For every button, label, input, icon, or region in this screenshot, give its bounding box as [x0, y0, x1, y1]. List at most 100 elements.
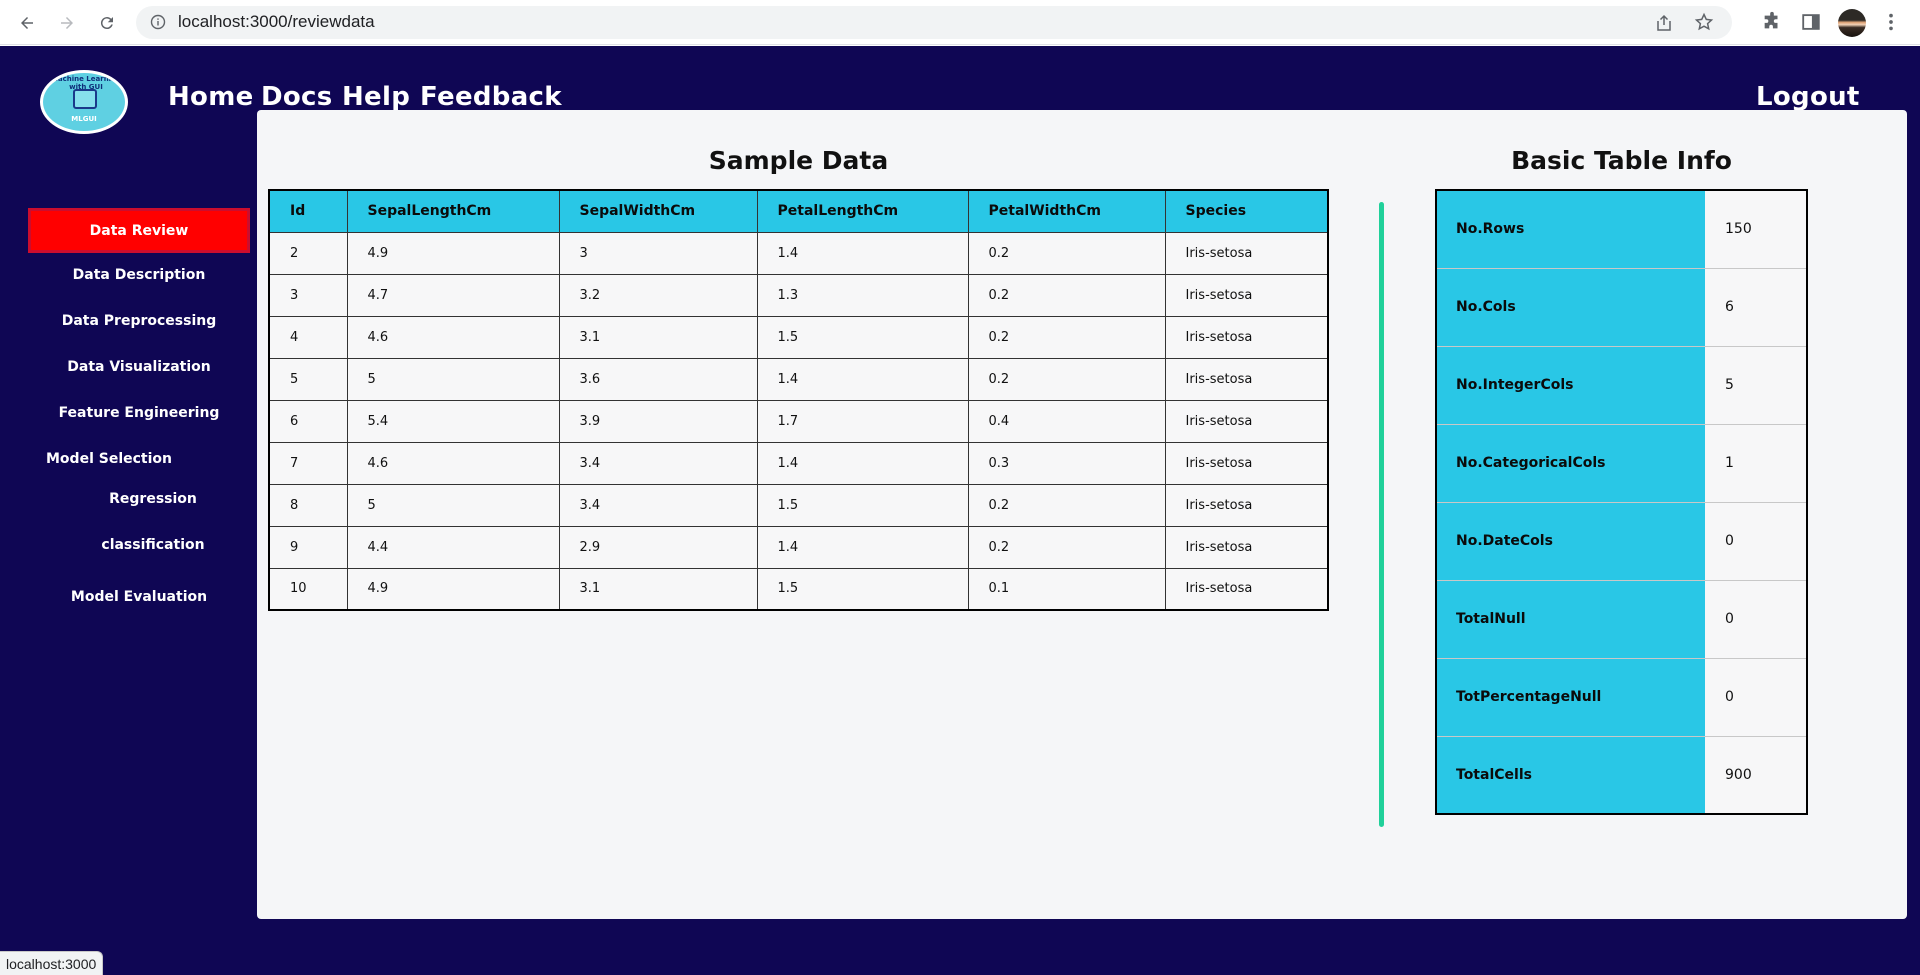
table-header-row: Id SepalLengthCm SepalWidthCm PetalLengt…: [268, 189, 1329, 233]
logo-monitor-icon: [73, 89, 97, 109]
info-label: TotalCells: [1436, 736, 1705, 815]
info-label: No.Cols: [1436, 268, 1705, 347]
table-cell: 3.1: [558, 567, 758, 611]
logo-abbreviation: MLGUI: [71, 115, 97, 123]
nav-home[interactable]: Home: [168, 82, 254, 112]
table-cell: 4: [268, 315, 348, 359]
table-cell: 0.4: [967, 399, 1166, 443]
profile-avatar[interactable]: [1838, 9, 1866, 37]
info-label: No.CategoricalCols: [1436, 424, 1705, 503]
info-row: No.Rows 150: [1436, 190, 1807, 269]
table-cell: 0.2: [967, 231, 1166, 275]
info-label: No.DateCols: [1436, 502, 1705, 581]
table-cell: Iris-setosa: [1164, 273, 1329, 317]
table-cell: Iris-setosa: [1164, 567, 1329, 611]
nav-feedback[interactable]: Feedback: [420, 82, 562, 112]
table-cell: 1.3: [756, 273, 969, 317]
table-cell: 4.9: [346, 567, 560, 611]
sidebar-item-data-preprocessing[interactable]: Data Preprocessing: [28, 313, 250, 329]
nav-docs[interactable]: Docs: [261, 82, 333, 112]
table-row: 2 4.9 3 1.4 0.2 Iris-setosa: [268, 231, 1329, 275]
column-header-petal-width[interactable]: PetalWidthCm: [967, 189, 1166, 233]
info-value: 1: [1705, 424, 1807, 503]
table-cell: 1.5: [756, 483, 969, 527]
info-row: No.IntegerCols 5: [1436, 346, 1807, 425]
column-header-sepal-width[interactable]: SepalWidthCm: [558, 189, 758, 233]
table-row: 5 5 3.6 1.4 0.2 Iris-setosa: [268, 357, 1329, 401]
address-bar[interactable]: localhost:3000/reviewdata: [136, 6, 1732, 39]
side-panel-icon[interactable]: [1800, 11, 1822, 33]
column-header-id[interactable]: Id: [268, 189, 348, 233]
sidebar-item-data-visualization[interactable]: Data Visualization: [28, 359, 250, 375]
sidebar: Data Review Data Description Data Prepro…: [0, 154, 257, 975]
info-row: TotalNull 0: [1436, 580, 1807, 659]
table-cell: 3.4: [558, 441, 758, 485]
info-table-body: No.Rows 150 No.Cols 6 No.IntegerCols 5 No.Cate…: [1436, 190, 1807, 815]
table-cell: 5.4: [346, 399, 560, 443]
logout-button[interactable]: Logout: [1756, 82, 1860, 112]
column-header-species[interactable]: Species: [1164, 189, 1329, 233]
column-header-sepal-length[interactable]: SepalLengthCm: [346, 189, 560, 233]
info-label: No.Rows: [1436, 190, 1705, 269]
info-value: 0: [1705, 580, 1807, 659]
table-cell: 3.6: [558, 357, 758, 401]
forward-arrow-icon[interactable]: [52, 8, 82, 38]
model-selection-heading[interactable]: Model Selection: [46, 451, 172, 467]
table-cell: 4.6: [346, 315, 560, 359]
reload-icon[interactable]: [92, 8, 122, 38]
table-cell: Iris-setosa: [1164, 441, 1329, 485]
table-cell: Iris-setosa: [1164, 525, 1329, 569]
table-row: 9 4.4 2.9 1.4 0.2 Iris-setosa: [268, 525, 1329, 569]
table-cell: Iris-setosa: [1164, 231, 1329, 275]
table-cell: 4.4: [346, 525, 560, 569]
table-cell: 3.9: [558, 399, 758, 443]
nav-help[interactable]: Help: [342, 82, 410, 112]
table-cell: 5: [346, 483, 560, 527]
sidebar-item-classification[interactable]: classification: [42, 537, 264, 553]
sample-table-body: 2 4.9 3 1.4 0.2 Iris-setosa 3 4.7 3.2 1.3 0.2 Iris-…: [268, 231, 1329, 611]
table-row: 10 4.9 3.1 1.5 0.1 Iris-setosa: [268, 567, 1329, 611]
table-cell: 4.6: [346, 441, 560, 485]
table-row: 7 4.6 3.4 1.4 0.3 Iris-setosa: [268, 441, 1329, 485]
info-label: TotPercentageNull: [1436, 658, 1705, 737]
status-bar-url: localhost:3000: [0, 951, 104, 975]
info-row: TotalCells 900: [1436, 736, 1807, 815]
browser-toolbar: localhost:3000/reviewdata: [0, 0, 1920, 45]
menu-kebab-icon[interactable]: [1880, 11, 1902, 33]
table-cell: 4.9: [346, 231, 560, 275]
info-value: 150: [1705, 190, 1807, 269]
column-header-petal-length[interactable]: PetalLengthCm: [756, 189, 969, 233]
site-info-icon[interactable]: [150, 14, 166, 30]
info-row: TotPercentageNull 0: [1436, 658, 1807, 737]
table-row: 3 4.7 3.2 1.3 0.2 Iris-setosa: [268, 273, 1329, 317]
table-cell: 1.4: [756, 357, 969, 401]
info-value: 6: [1705, 268, 1807, 347]
table-cell: 0.2: [967, 483, 1166, 527]
table-cell: Iris-setosa: [1164, 315, 1329, 359]
sidebar-item-model-evaluation[interactable]: Model Evaluation: [28, 589, 250, 605]
extensions-puzzle-icon[interactable]: [1761, 11, 1783, 33]
table-cell: 4.7: [346, 273, 560, 317]
table-cell: 6: [268, 399, 348, 443]
sidebar-item-regression[interactable]: Regression: [42, 491, 264, 507]
url-text[interactable]: localhost:3000/reviewdata: [178, 12, 375, 32]
sample-data-table: Id SepalLengthCm SepalWidthCm PetalLengt…: [268, 189, 1329, 611]
table-cell: 3.2: [558, 273, 758, 317]
sidebar-item-data-review[interactable]: Data Review: [28, 208, 250, 253]
table-cell: 3: [268, 273, 348, 317]
sidebar-item-data-description[interactable]: Data Description: [28, 267, 250, 283]
info-value: 5: [1705, 346, 1807, 425]
share-icon[interactable]: [1654, 13, 1674, 33]
table-cell: 0.1: [967, 567, 1166, 611]
app-logo[interactable]: Machine Learning with GUI MLGUI: [40, 70, 128, 134]
back-arrow-icon[interactable]: [12, 8, 42, 38]
table-row: 6 5.4 3.9 1.7 0.4 Iris-setosa: [268, 399, 1329, 443]
info-value: 0: [1705, 658, 1807, 737]
sidebar-item-feature-engineering[interactable]: Feature Engineering: [28, 405, 250, 421]
bookmark-star-icon[interactable]: [1694, 12, 1714, 32]
info-row: No.CategoricalCols 1: [1436, 424, 1807, 503]
table-cell: 0.2: [967, 273, 1166, 317]
info-row: No.Cols 6: [1436, 268, 1807, 347]
table-cell: 0.3: [967, 441, 1166, 485]
table-cell: 1.5: [756, 567, 969, 611]
